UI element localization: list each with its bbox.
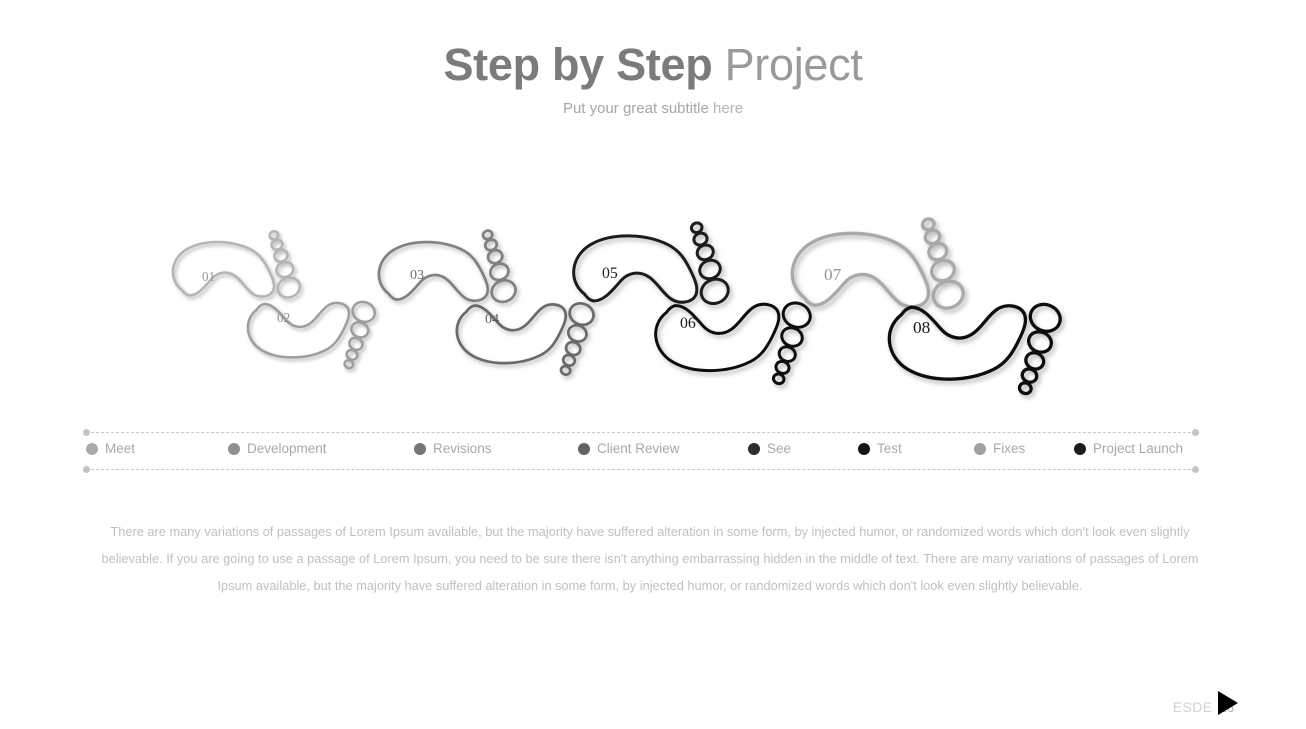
foot-sole (887, 304, 1028, 381)
page-subtitle: Put your great subtitle here (0, 100, 1306, 118)
legend-item-see[interactable]: See (748, 441, 791, 457)
legend-item-project-launch[interactable]: Project Launch (1074, 441, 1183, 457)
foot-toe-1 (1028, 302, 1062, 333)
legend-item-label: See (767, 441, 792, 456)
footer-brand: ESDE (1172, 699, 1213, 715)
legend-item-label: Test (877, 441, 902, 456)
page-title: Step by Step Project (0, 38, 1306, 92)
legend-bullet-icon (86, 443, 98, 455)
legend: Meet Development Revisions Client Review See… (83, 428, 1199, 473)
legend-bullet-icon (858, 443, 870, 455)
footprint-diagram: 01 02 03 04 05 06 07 08 (160, 185, 1100, 400)
legend-item-label: Revisions (433, 441, 492, 456)
legend-item-label: Client Review (597, 441, 680, 456)
legend-corner-dot-top-left (83, 429, 90, 436)
legend-item-client-review[interactable]: Client Review (578, 441, 680, 457)
legend-divider-top (86, 432, 1196, 433)
legend-corner-dot-bottom-left (83, 466, 90, 473)
legend-bullet-icon (228, 443, 240, 455)
legend-bullet-icon (1074, 443, 1086, 455)
legend-item-label: Project Launch (1093, 441, 1184, 456)
legend-bullet-icon (748, 443, 760, 455)
footprint-outline-08 (887, 302, 1062, 396)
legend-bullet-icon (578, 443, 590, 455)
foot-sole (455, 303, 568, 365)
footprint-step-08[interactable] (872, 279, 1082, 416)
legend-item-label: Meet (105, 441, 136, 456)
legend-item-development[interactable]: Development (228, 441, 327, 457)
page-subtitle-main: Put your great subtitle (562, 100, 709, 117)
legend-bullet-icon (414, 443, 426, 455)
page-subtitle-accent: here (713, 100, 744, 117)
legend-item-fixes[interactable]: Fixes (974, 441, 1025, 457)
legend-corner-dot-top-right (1192, 429, 1199, 436)
legend-item-label: Development (247, 441, 327, 456)
page-title-light: Project (724, 39, 863, 90)
title-block: Step by Step Project Put your great subt… (0, 38, 1306, 118)
legend-item-test[interactable]: Test (858, 441, 902, 457)
page-title-bold: Step by Step (443, 39, 713, 90)
legend-divider-bottom (86, 469, 1196, 470)
legend-corner-dot-bottom-right (1192, 466, 1199, 473)
legend-item-label: Fixes (993, 441, 1026, 456)
foot-sole (654, 302, 781, 373)
legend-item-revisions[interactable]: Revisions (414, 441, 492, 457)
slide-canvas: Step by Step Project Put your great subt… (0, 0, 1306, 729)
legend-item-meet[interactable]: Meet (86, 441, 135, 457)
body-paragraph: There are many variations of passages of… (101, 524, 1199, 593)
foot-sole (246, 301, 351, 359)
play-triangle-icon[interactable] (1218, 691, 1238, 715)
legend-bullet-icon (974, 443, 986, 455)
